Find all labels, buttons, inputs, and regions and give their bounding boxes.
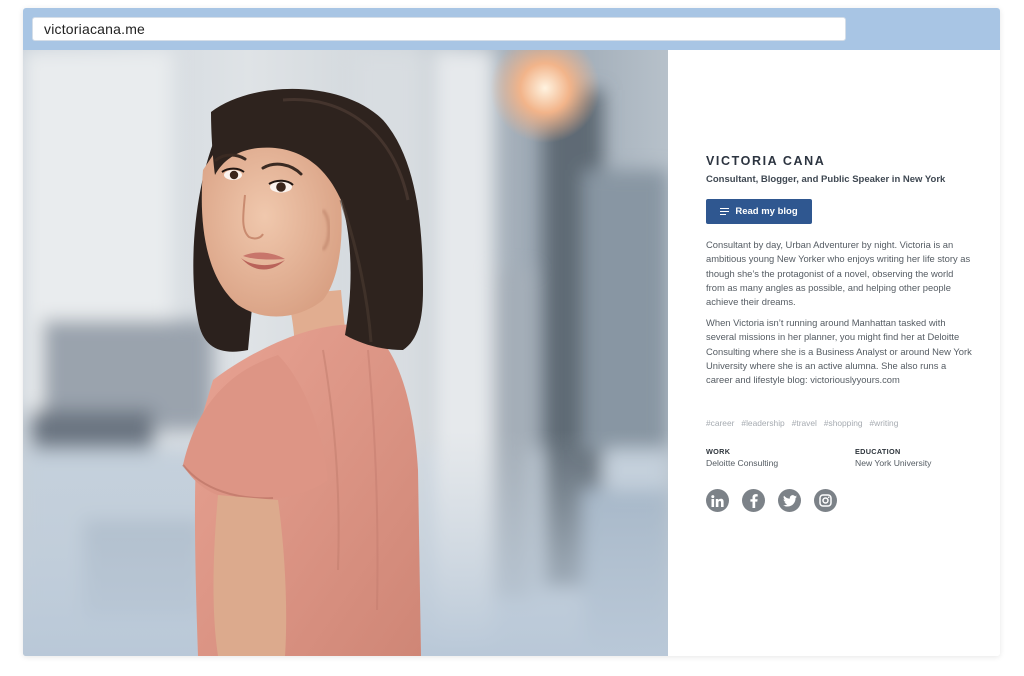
- profile-name: VICTORIA CANA: [706, 154, 826, 168]
- facebook-icon[interactable]: [742, 489, 765, 512]
- tag-list: #career #leadership #travel #shopping #w…: [706, 418, 898, 428]
- tag-item[interactable]: #shopping: [824, 418, 863, 428]
- tag-item[interactable]: #writing: [870, 418, 899, 428]
- profile-card: VICTORIA CANA Consultant, Blogger, and P…: [668, 50, 1000, 656]
- profile-tagline: Consultant, Blogger, and Public Speaker …: [706, 174, 946, 185]
- text-lines-icon: [720, 207, 730, 216]
- twitter-icon[interactable]: [778, 489, 801, 512]
- browser-toolbar: victoriacana.me: [23, 8, 1000, 50]
- address-bar[interactable]: victoriacana.me: [32, 17, 846, 41]
- browser-window: victoriacana.me VICTORIA CANA Consultant…: [23, 8, 1000, 656]
- bio-paragraph-1: Consultant by day, Urban Adventurer by n…: [706, 239, 971, 308]
- linkedin-icon[interactable]: [706, 489, 729, 512]
- bio-paragraph-2: When Victoria isn’t running around Manha…: [706, 317, 972, 386]
- profile-photo: [23, 50, 668, 656]
- work-label: WORK: [706, 447, 731, 456]
- education-label: EDUCATION: [855, 447, 901, 456]
- tag-item[interactable]: #leadership: [741, 418, 784, 428]
- read-blog-label: Read my blog: [735, 206, 798, 217]
- work-value: Deloitte Consulting: [706, 458, 779, 468]
- tag-item[interactable]: #career: [706, 418, 734, 428]
- tag-item[interactable]: #travel: [792, 418, 817, 428]
- read-blog-button[interactable]: Read my blog: [706, 199, 812, 224]
- education-value: New York University: [855, 458, 932, 468]
- instagram-icon[interactable]: [814, 489, 837, 512]
- social-links: [706, 489, 837, 512]
